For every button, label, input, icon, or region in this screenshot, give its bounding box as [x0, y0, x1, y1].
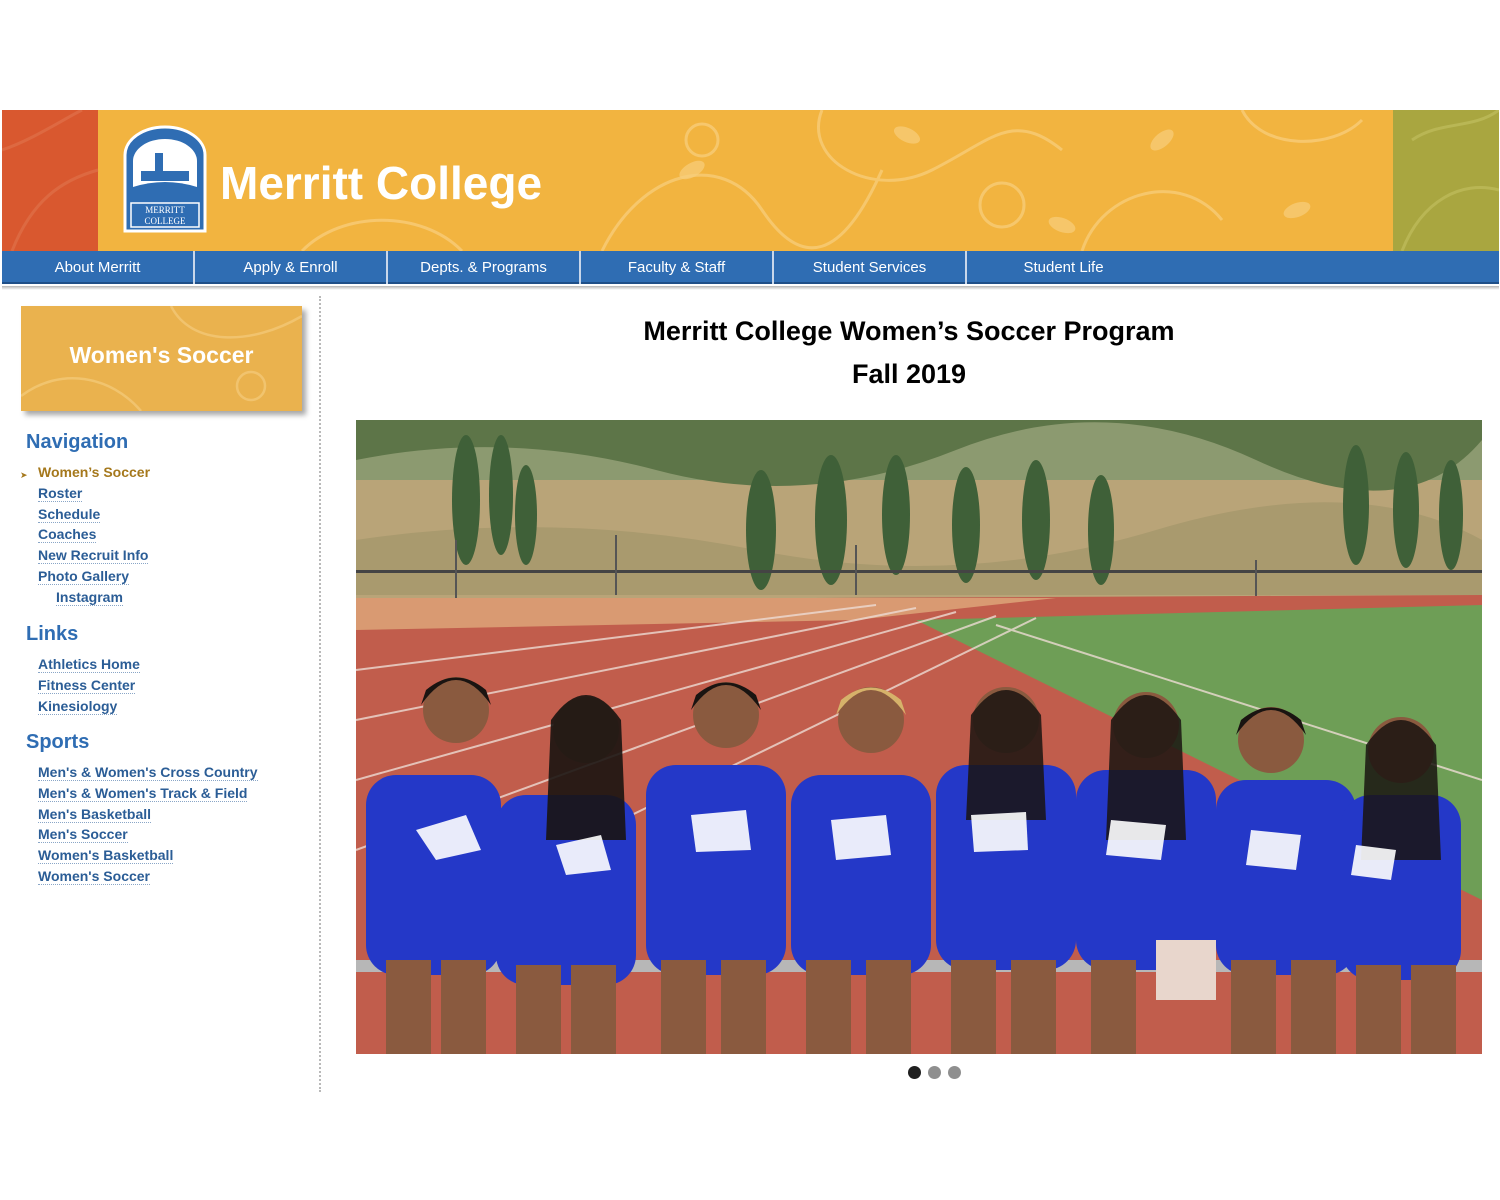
navigation-heading: Navigation — [26, 431, 129, 453]
sidebar-item-label[interactable]: Men's & Women's Track & Field — [38, 784, 248, 802]
logo-text-2: COLLEGE — [145, 216, 186, 226]
sidebar-item-label[interactable]: Schedule — [38, 505, 101, 523]
top-navigation: About Merritt Apply & Enroll Depts. & Pr… — [2, 251, 1499, 284]
site-title[interactable]: Merritt College — [220, 156, 542, 210]
sidebar-item-instagram[interactable]: Instagram — [38, 588, 150, 610]
nav-student-services[interactable]: Student Services — [774, 251, 967, 284]
section-badge: Women's Soccer — [21, 306, 302, 411]
sidebar-item-mens-soccer[interactable]: Men's Soccer — [38, 826, 258, 847]
links-list: Athletics Home Fitness Center Kinesiolog… — [38, 656, 140, 718]
sidebar-item-label[interactable]: Athletics Home — [38, 656, 140, 673]
sports-list: Men's & Women's Cross Country Men's & Wo… — [38, 764, 258, 889]
sidebar-item-label[interactable]: Fitness Center — [38, 676, 136, 694]
sidebar-item-label[interactable]: Coaches — [38, 526, 97, 544]
sidebar-item-label[interactable]: Photo Gallery — [38, 567, 130, 585]
sidebar-item-kinesiology[interactable]: Kinesiology — [38, 697, 140, 719]
merritt-college-logo[interactable]: MERRITT COLLEGE — [121, 125, 209, 235]
sidebar-item-track-field[interactable]: Men's & Women's Track & Field — [38, 784, 258, 806]
sidebar-item-label[interactable]: Men's Soccer — [38, 826, 128, 844]
sidebar-item-label[interactable]: Kinesiology — [38, 697, 118, 715]
sidebar-item-schedule[interactable]: Schedule — [38, 505, 150, 527]
sidebar-item-label[interactable]: Men's Basketball — [38, 805, 152, 823]
active-arrow-icon: ➤ — [20, 470, 28, 480]
nav-faculty-staff[interactable]: Faculty & Staff — [581, 251, 774, 284]
page-title-line-2: Fall 2019 — [851, 359, 967, 389]
page-title-line-1: Merritt College Women’s Soccer Program — [643, 316, 1175, 346]
sidebar-item-label[interactable]: Men's & Women's Cross Country — [38, 764, 258, 781]
section-badge-label: Women's Soccer — [69, 342, 254, 368]
sidebar-item-label[interactable]: Women's Basketball — [38, 847, 174, 865]
carousel-image-team-photo[interactable] — [356, 420, 1482, 1054]
sidebar-item-womens-basketball[interactable]: Women's Basketball — [38, 847, 258, 868]
sidebar-item-womens-soccer[interactable]: Women’s Soccer — [38, 464, 150, 485]
carousel-pager — [908, 1066, 961, 1079]
sidebar-item-new-recruit-info[interactable]: New Recruit Info — [38, 547, 150, 568]
sidebar-item-mens-basketball[interactable]: Men's Basketball — [38, 805, 258, 827]
page-title: Merritt College Women’s Soccer Program F… — [356, 310, 1462, 396]
nav-depts-programs[interactable]: Depts. & Programs — [388, 251, 581, 284]
sidebar-item-womens-soccer-sport[interactable]: Women's Soccer — [38, 867, 258, 889]
sidebar-item-coaches[interactable]: Coaches — [38, 526, 150, 547]
carousel-dot-2[interactable] — [928, 1066, 941, 1079]
sidebar-divider — [319, 296, 321, 1092]
carousel-dot-1[interactable] — [908, 1066, 921, 1079]
sidebar-item-label[interactable]: Women’s Soccer — [38, 464, 150, 480]
links-heading: Links — [26, 623, 79, 645]
sidebar-item-athletics-home[interactable]: Athletics Home — [38, 656, 140, 677]
sidebar-item-cross-country[interactable]: Men's & Women's Cross Country — [38, 764, 258, 785]
logo-text-1: MERRITT — [145, 205, 185, 215]
header-banner: MERRITT COLLEGE Merritt College — [2, 110, 1499, 251]
carousel-dot-3[interactable] — [948, 1066, 961, 1079]
sidebar-item-roster[interactable]: Roster — [38, 484, 150, 506]
nav-student-life[interactable]: Student Life — [967, 251, 1160, 284]
nav-shadow — [2, 286, 1499, 290]
sports-heading: Sports — [26, 731, 90, 753]
sidebar-item-label[interactable]: Women's Soccer — [38, 867, 150, 885]
sidebar-item-label[interactable]: Instagram — [56, 588, 123, 606]
nav-apply-enroll[interactable]: Apply & Enroll — [195, 251, 388, 284]
team-photo-illustration — [356, 420, 1482, 1054]
navigation-list: Women’s Soccer Roster Schedule Coaches N… — [38, 464, 150, 610]
sidebar-item-photo-gallery[interactable]: Photo Gallery — [38, 567, 150, 589]
sidebar-item-fitness-center[interactable]: Fitness Center — [38, 676, 140, 698]
nav-about-merritt[interactable]: About Merritt — [2, 251, 195, 284]
sidebar-item-label[interactable]: Roster — [38, 484, 83, 502]
sidebar-item-label[interactable]: New Recruit Info — [38, 547, 149, 565]
